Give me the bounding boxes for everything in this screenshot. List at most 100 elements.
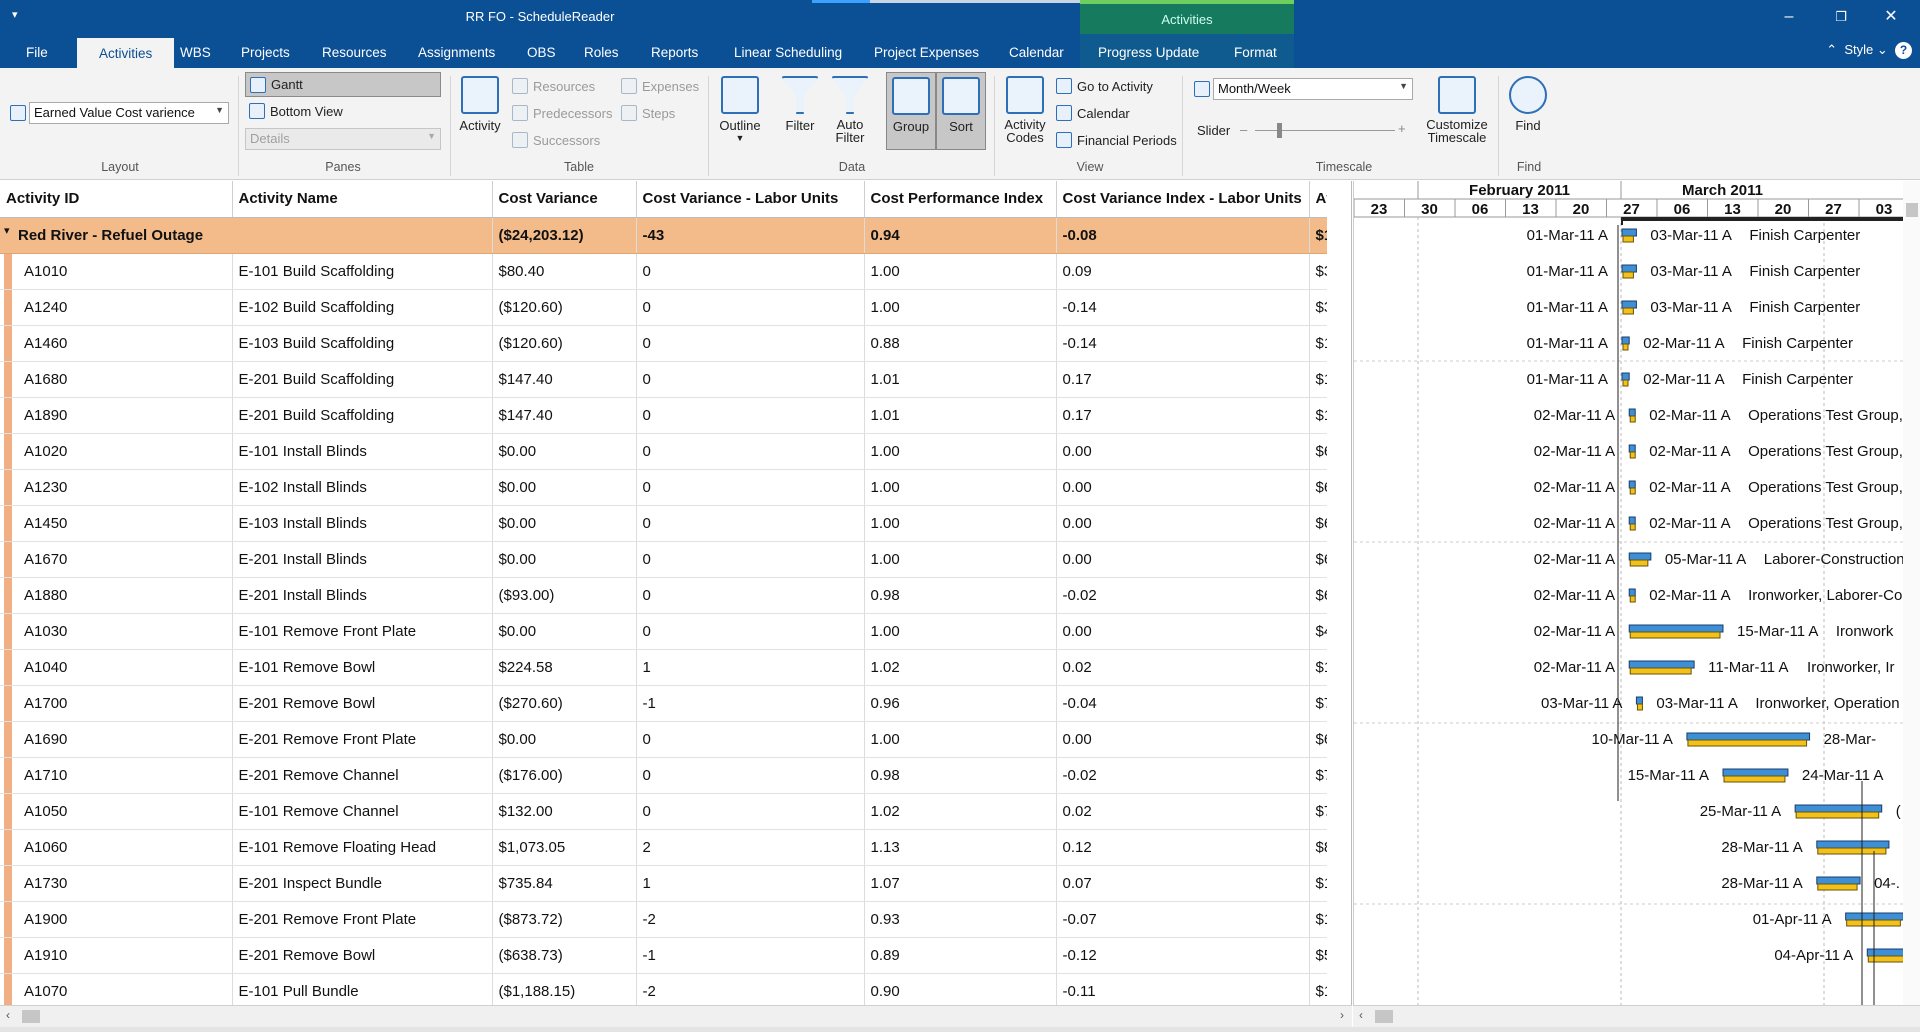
collapse-ribbon-icon[interactable]: ⌃	[1826, 42, 1837, 57]
table-row[interactable]: A1240 E-102 Build Scaffolding ($120.60) 0 1.…	[0, 289, 1328, 326]
scroll-thumb[interactable]	[22, 1010, 40, 1023]
table-row[interactable]: A1880 E-201 Install Blinds ($93.00) 0 0.98 -0…	[0, 577, 1328, 614]
tab-calendar[interactable]: Calendar	[1009, 34, 1064, 68]
timescale-slider-track[interactable]	[1255, 130, 1395, 131]
tab-wbs[interactable]: WBS	[180, 34, 211, 68]
at-cell: $1	[1309, 325, 1328, 362]
table-row[interactable]: A1700 E-201 Remove Bowl ($270.60) -1 0.96 -0.…	[0, 685, 1328, 722]
at-cell: $6	[1309, 577, 1328, 614]
table-row[interactable]: A1890 E-201 Build Scaffolding $147.40 0 1.01…	[0, 397, 1328, 434]
grid-horizontal-scrollbar[interactable]: ‹ ›	[0, 1005, 1352, 1027]
tab-activities[interactable]: Activities	[77, 38, 175, 68]
at-cell: $8	[1309, 829, 1328, 866]
table-row[interactable]: A1710 E-201 Remove Channel ($176.00) 0 0.98-…	[0, 757, 1328, 794]
table-row[interactable]: A1070 E-101 Pull Bundle ($1,188.15) -2 0.90-…	[0, 973, 1328, 1010]
column-header[interactable]: Activity Name	[232, 181, 493, 218]
gantt-toggle[interactable]: Gantt	[245, 72, 441, 97]
column-header[interactable]: Activity ID	[0, 181, 233, 218]
layout-combo-value: Earned Value Cost varience	[34, 105, 195, 120]
table-row[interactable]: A1050 E-101 Remove Channel $132.00 0 1.02 0.0…	[0, 793, 1328, 830]
predecessors-button[interactable]: Predecessors	[512, 105, 612, 121]
timescale-combo[interactable]: Month/Week ▼	[1213, 78, 1413, 100]
restore-icon[interactable]: ❐	[1826, 6, 1856, 28]
table-row[interactable]: A1910 E-201 Remove Bowl ($638.73) -1 0.89 -0.…	[0, 937, 1328, 974]
table-row[interactable]: A1010 E-101 Build Scaffolding $80.40 0 1.00 0…	[0, 253, 1328, 290]
activity-table-button[interactable]: Activity	[456, 76, 504, 133]
close-icon[interactable]: ✕	[1876, 6, 1906, 28]
table-row[interactable]: A1730 E-201 Inspect Bundle $735.84 1 1.07 0.0…	[0, 865, 1328, 902]
grid-vertical-scrollbar[interactable]	[1327, 181, 1351, 1016]
scroll-thumb[interactable]	[1375, 1010, 1393, 1023]
tab-reports[interactable]: Reports	[651, 34, 698, 68]
financial-periods-button[interactable]: Financial Periods	[1056, 132, 1177, 148]
tab-resources[interactable]: Resources	[322, 34, 387, 68]
layout-combo[interactable]: Earned Value Cost varience ▼	[29, 102, 229, 124]
column-header[interactable]: Cost Variance Index - Labor Units	[1056, 181, 1310, 218]
table-row[interactable]: A1670 E-201 Install Blinds $0.00 0 1.00 0.00 $…	[0, 541, 1328, 578]
gantt-horizontal-scrollbar[interactable]: ‹	[1353, 1005, 1920, 1027]
tab-linear-scheduling[interactable]: Linear Scheduling	[734, 34, 842, 68]
activity-name-cell: E-101 Remove Bowl	[232, 649, 493, 686]
go-to-activity-button[interactable]: Go to Activity	[1056, 78, 1153, 94]
tab-assignments[interactable]: Assignments	[418, 34, 495, 68]
resources-button[interactable]: Resources	[512, 78, 595, 94]
group-row[interactable]: ▾ Red River - Refuel Outage ($24,203.12) …	[0, 217, 1328, 254]
zoom-in-icon[interactable]: +	[1398, 121, 1406, 136]
group-name-cell: ▾ Red River - Refuel Outage	[0, 217, 493, 254]
timescale-slider-thumb[interactable]	[1277, 123, 1282, 138]
table-row[interactable]: A1230 E-102 Install Blinds $0.00 0 1.00 0.00 $…	[0, 469, 1328, 506]
column-header[interactable]: Cost Variance - Labor Units	[636, 181, 865, 218]
baseline-bar	[1817, 883, 1858, 891]
cv-labor-units-cell: 0	[636, 289, 865, 326]
bar-start-label: 25-Mar-11 A	[1700, 803, 1781, 820]
tab-obs[interactable]: OBS	[527, 34, 556, 68]
table-row[interactable]: A1030 E-101 Remove Front Plate $0.00 0 1.00 0…	[0, 613, 1328, 650]
gantt-canvas[interactable]: February 2011 March 2011 23 30 06 13 20 27 06 13 2…	[1354, 181, 1920, 1016]
scroll-left-icon[interactable]: ‹	[6, 1008, 10, 1022]
activity-codes-button[interactable]: Activity Codes	[1000, 76, 1050, 144]
details-combo[interactable]: Details ▼	[245, 128, 441, 150]
tab-format[interactable]: Format	[1234, 34, 1277, 68]
tab-roles[interactable]: Roles	[584, 34, 619, 68]
table-row[interactable]: A1690 E-201 Remove Front Plate $0.00 0 1.00 0…	[0, 721, 1328, 758]
scroll-right-icon[interactable]: ›	[1340, 1008, 1344, 1022]
bottom-view-toggle[interactable]: Bottom View	[249, 103, 343, 119]
collapse-caret-icon[interactable]: ▾	[4, 224, 10, 237]
tab-file[interactable]: File	[26, 34, 48, 68]
help-icon[interactable]: ?	[1895, 42, 1912, 59]
tab-projects[interactable]: Projects	[241, 34, 290, 68]
group-button[interactable]: Group	[886, 72, 936, 150]
minimize-icon[interactable]: –	[1774, 6, 1804, 28]
find-button[interactable]: Find	[1504, 76, 1552, 133]
column-header[interactable]: At	[1309, 181, 1328, 218]
cost-variance-cell: ($176.00)	[492, 757, 637, 794]
auto-filter-button[interactable]: Auto Filter	[826, 76, 874, 144]
table-row[interactable]: A1020 E-101 Install Blinds $0.00 0 1.00 0.00 $…	[0, 433, 1328, 470]
scroll-left-icon[interactable]: ‹	[1359, 1008, 1363, 1022]
filter-button[interactable]: Filter	[776, 76, 824, 133]
table-row[interactable]: A1460 E-103 Build Scaffolding ($120.60) 0 0.…	[0, 325, 1328, 362]
cpi-cell: 1.02	[864, 793, 1057, 830]
table-row[interactable]: A1040E-101 Remove Bowl$224.5811.020.02$1	[0, 649, 1328, 686]
expenses-button[interactable]: Expenses	[621, 78, 699, 94]
sort-button[interactable]: Sort	[936, 72, 986, 150]
column-header[interactable]: Cost Variance	[492, 181, 637, 218]
customize-timescale-button[interactable]: Customize Timescale	[1424, 76, 1490, 144]
calendar-button[interactable]: Calendar	[1056, 105, 1130, 121]
outline-button[interactable]: Outline ▼	[716, 76, 764, 143]
table-row[interactable]: A1060 E-101 Remove Floating Head $1,073.05…	[0, 829, 1328, 866]
baseline-bar	[1636, 703, 1643, 711]
table-row[interactable]: A1450 E-103 Install Blinds $0.00 0 1.00 0.00 $…	[0, 505, 1328, 542]
tab-progress-update[interactable]: Progress Update	[1098, 34, 1199, 68]
steps-button[interactable]: Steps	[621, 105, 675, 121]
successors-button[interactable]: Successors	[512, 132, 600, 148]
table-row[interactable]: A1680 E-201 Build Scaffolding $147.40 0 1.01…	[0, 361, 1328, 398]
zoom-out-icon[interactable]: –	[1240, 122, 1247, 137]
table-row[interactable]: A1900 E-201 Remove Front Plate ($873.72) -2…	[0, 901, 1328, 938]
style-menu[interactable]: ⌃ Style ⌄ ?	[1826, 42, 1912, 59]
column-header[interactable]: Cost Performance Index	[864, 181, 1057, 218]
tab-project-expenses[interactable]: Project Expenses	[874, 34, 979, 68]
steps-icon	[621, 105, 637, 121]
expenses-icon	[621, 78, 637, 94]
outline-icon	[721, 76, 759, 114]
